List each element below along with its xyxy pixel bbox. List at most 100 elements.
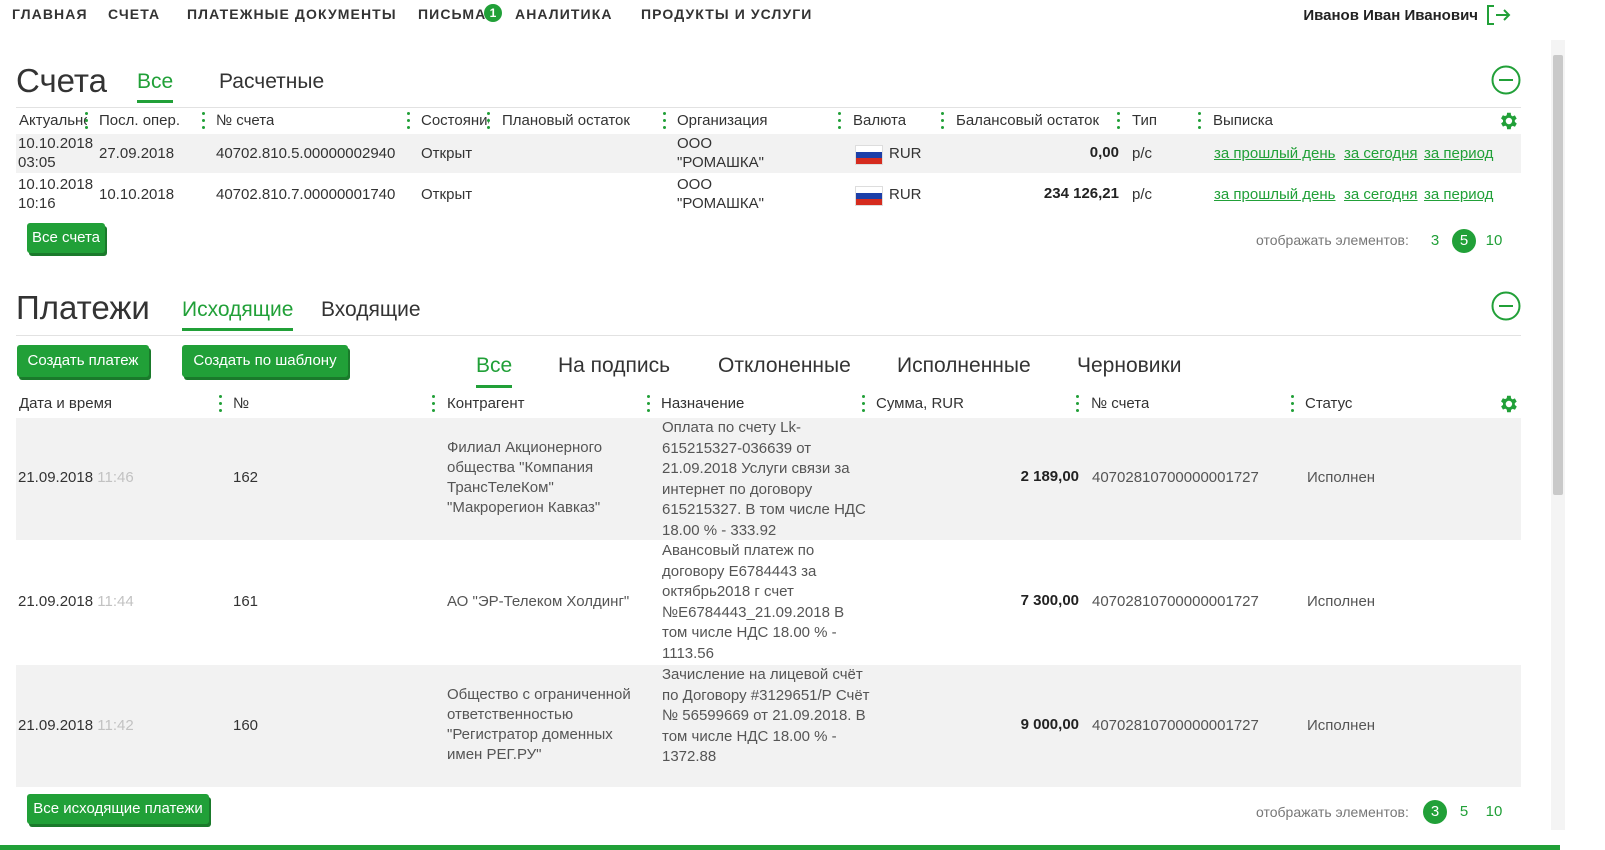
column-resize-handle[interactable] <box>85 112 88 130</box>
nav-payment-documents[interactable]: Платежные документы <box>187 6 397 22</box>
payment-row[interactable]: 21.09.2018 11:46 162 Филиал Акционерного… <box>16 418 1521 540</box>
scrollbar-thumb[interactable] <box>1553 55 1563 495</box>
statement-prev-day-link[interactable]: за прошлый день <box>1214 185 1336 205</box>
filter-executed[interactable]: Исполненные <box>897 354 1031 378</box>
payments-pager-5[interactable]: 5 <box>1452 800 1476 824</box>
payment-purpose: Зачисление на лицевой счёт по Договору #… <box>662 666 870 765</box>
statement-period-link[interactable]: за период <box>1424 144 1493 164</box>
account-last-op: 27.09.2018 <box>99 145 175 162</box>
column-resize-handle[interactable] <box>407 112 410 130</box>
accounts-tab-all[interactable]: Все <box>137 70 174 103</box>
col-planned-balance[interactable]: Плановый остаток <box>502 112 630 129</box>
nav-home[interactable]: Главная <box>12 6 88 22</box>
payments-pager-10[interactable]: 10 <box>1482 800 1506 824</box>
letters-count-badge: 1 <box>484 4 502 22</box>
account-row[interactable]: 10.10.2018 03:05 27.09.2018 40702.810.5.… <box>16 134 1521 173</box>
nav-analytics[interactable]: Аналитика <box>515 6 613 22</box>
create-from-template-button[interactable]: Создать по шаблону <box>182 345 348 377</box>
accounts-pager-5[interactable]: 5 <box>1452 229 1476 253</box>
column-resize-handle[interactable] <box>219 395 222 413</box>
col-actual[interactable]: Актуальность <box>19 112 87 129</box>
payments-tab-incoming[interactable]: Входящие <box>321 298 421 322</box>
col-status[interactable]: Статус <box>1305 395 1352 412</box>
column-resize-handle[interactable] <box>1076 395 1079 413</box>
col-amount[interactable]: Сумма, RUR <box>876 395 964 412</box>
column-resize-handle[interactable] <box>838 112 841 130</box>
payment-number[interactable]: 161 <box>233 592 258 612</box>
account-type: р/с <box>1132 145 1153 162</box>
page-scrollbar[interactable] <box>1551 40 1565 830</box>
accounts-settings-gear-icon[interactable] <box>1497 110 1519 132</box>
accounts-collapse-icon[interactable] <box>1491 65 1521 95</box>
payments-divider <box>16 335 1521 336</box>
col-counterparty[interactable]: Контрагент <box>447 395 525 412</box>
col-type[interactable]: Тип <box>1132 112 1157 129</box>
payments-pager-3[interactable]: 3 <box>1423 800 1447 824</box>
payments-title: Платежи <box>16 289 150 326</box>
statement-prev-day-link[interactable]: за прошлый день <box>1214 144 1336 164</box>
statement-today-link[interactable]: за сегодня <box>1344 144 1418 164</box>
accounts-pager-3[interactable]: 3 <box>1423 229 1447 253</box>
column-resize-handle[interactable] <box>1291 395 1294 413</box>
nav-products[interactable]: Продукты и услуги <box>641 6 812 22</box>
logout-icon[interactable] <box>1486 4 1512 26</box>
payment-date: 21.09.2018 <box>18 717 94 734</box>
accounts-tab-settlement[interactable]: Расчетные <box>219 70 324 94</box>
col-last-op[interactable]: Посл. опер. <box>99 112 180 129</box>
payment-number[interactable]: 162 <box>233 468 258 488</box>
payment-account: 40702810700000001727 <box>1092 717 1259 734</box>
col-currency[interactable]: Валюта <box>853 112 906 129</box>
flag-ru-icon <box>855 186 883 206</box>
actual-date: 10.10.2018 <box>18 135 94 152</box>
nav-letters[interactable]: Письма <box>418 6 486 22</box>
account-number[interactable]: 40702.810.5.00000002940 <box>216 144 395 164</box>
filter-rejected[interactable]: Отклоненные <box>718 354 851 378</box>
payments-pager-label: отображать элементов: <box>1256 804 1409 820</box>
column-resize-handle[interactable] <box>663 112 666 130</box>
filter-all[interactable]: Все <box>476 354 513 388</box>
accounts-pager-10[interactable]: 10 <box>1482 229 1506 253</box>
column-resize-handle[interactable] <box>487 112 490 130</box>
col-date-time[interactable]: Дата и время <box>19 395 112 412</box>
account-number[interactable]: 40702.810.7.00000001740 <box>216 185 395 205</box>
payment-account: 40702810700000001727 <box>1092 593 1259 610</box>
payment-number[interactable]: 160 <box>233 716 258 736</box>
accounts-pager-label: отображать элементов: <box>1256 232 1409 248</box>
user-name[interactable]: Иванов Иван Иванович <box>1303 7 1478 24</box>
column-resize-handle[interactable] <box>432 395 435 413</box>
col-status[interactable]: Состояние <box>421 112 489 129</box>
column-resize-handle[interactable] <box>202 112 205 130</box>
payments-tab-outgoing[interactable]: Исходящие <box>182 298 294 331</box>
column-resize-handle[interactable] <box>1198 112 1201 130</box>
col-statement[interactable]: Выписка <box>1213 112 1273 129</box>
column-resize-handle[interactable] <box>941 112 944 130</box>
payment-date-time: 21.09.2018 11:46 <box>18 468 134 488</box>
col-account[interactable]: № счета <box>1091 395 1149 412</box>
payment-purpose: Оплата по счету Lk-615215327-036639 от 2… <box>662 419 866 539</box>
accounts-table-header: Актуальность Посл. опер. № счета Состоян… <box>16 109 1521 133</box>
column-resize-handle[interactable] <box>862 395 865 413</box>
actual-date: 10.10.2018 <box>18 176 94 193</box>
statement-period-link[interactable]: за период <box>1424 185 1493 205</box>
all-outgoing-payments-button[interactable]: Все исходящие платежи <box>27 794 209 824</box>
create-payment-button[interactable]: Создать платеж <box>17 345 149 377</box>
payments-collapse-icon[interactable] <box>1491 291 1521 321</box>
payment-row[interactable]: 21.09.2018 11:44 161 АО "ЭР-Телеком Холд… <box>16 541 1521 663</box>
account-status: Открыт <box>421 186 473 203</box>
payments-settings-gear-icon[interactable] <box>1497 393 1519 415</box>
filter-to-sign[interactable]: На подпись <box>558 354 670 378</box>
filter-drafts[interactable]: Черновики <box>1077 354 1181 378</box>
col-book-balance[interactable]: Балансовый остаток <box>956 112 1099 129</box>
nav-accounts[interactable]: Счета <box>108 6 160 22</box>
column-resize-handle[interactable] <box>647 395 650 413</box>
col-purpose[interactable]: Назначение <box>661 395 744 412</box>
payment-row[interactable]: 21.09.2018 11:42 160 Общество с ограниче… <box>16 665 1521 787</box>
col-account-number[interactable]: № счета <box>216 112 274 129</box>
col-number[interactable]: № <box>233 395 249 412</box>
all-accounts-button[interactable]: Все счета <box>27 223 105 253</box>
account-status: Открыт <box>421 145 473 162</box>
column-resize-handle[interactable] <box>1117 112 1120 130</box>
statement-today-link[interactable]: за сегодня <box>1344 185 1418 205</box>
col-organization[interactable]: Организация <box>677 112 767 129</box>
account-row[interactable]: 10.10.2018 10:16 10.10.2018 40702.810.7.… <box>16 175 1521 214</box>
